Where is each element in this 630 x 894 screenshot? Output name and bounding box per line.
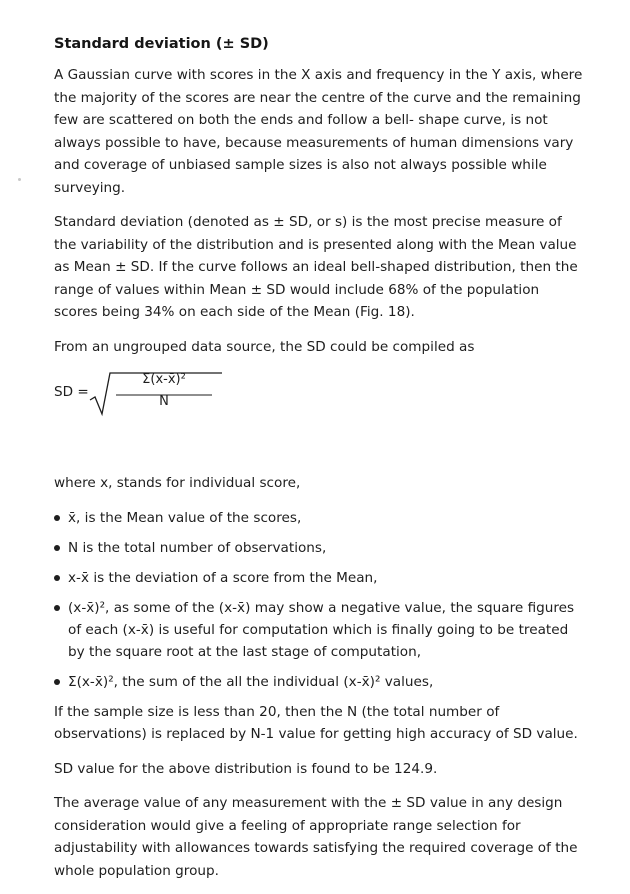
paragraph-design-consideration: The average value of any measurement wit… bbox=[54, 795, 578, 879]
list-item-text: Σ(x-x̄)², the sum of the all the individ… bbox=[68, 673, 434, 690]
section-heading: Standard deviation (± SD) bbox=[54, 36, 269, 52]
formula-denominator: N bbox=[159, 394, 169, 409]
list-item: Σ(x-x̄)², the sum of the all the individ… bbox=[54, 671, 584, 693]
list-item: (x-x̄)², as some of the (x-x̄) may show … bbox=[54, 597, 584, 663]
paragraph-where-x: where x, stands for individual score, bbox=[54, 475, 301, 491]
list-item: N is the total number of observations, bbox=[54, 537, 584, 559]
bullet-icon bbox=[54, 574, 60, 581]
paragraph-gaussian-curve: A Gaussian curve with scores in the X ax… bbox=[54, 67, 583, 196]
list-item: x̄, is the Mean value of the scores, bbox=[54, 507, 584, 529]
bullet-icon bbox=[54, 514, 60, 521]
list-item-text: x̄, is the Mean value of the scores, bbox=[68, 509, 302, 526]
formula-lhs: SD = bbox=[54, 384, 89, 400]
formula-spacer bbox=[54, 430, 584, 472]
sd-formula: SD = Σ(x-x̄)² N bbox=[54, 370, 584, 430]
paragraph-sd-value: SD value for the above distribution is f… bbox=[54, 760, 438, 777]
bullet-icon bbox=[54, 544, 60, 551]
paragraph-sd-definition: Standard deviation (denoted as ± SD, or … bbox=[54, 214, 578, 320]
document-body: Standard deviation (± SD) A Gaussian cur… bbox=[54, 34, 584, 894]
definition-list: x̄, is the Mean value of the scores, N i… bbox=[54, 507, 584, 693]
document-page: Standard deviation (± SD) A Gaussian cur… bbox=[0, 0, 630, 879]
paragraph-sample-size: If the sample size is less than 20, then… bbox=[54, 703, 578, 743]
bullet-icon bbox=[54, 678, 60, 685]
bullet-icon bbox=[54, 604, 60, 611]
paragraph-sd-compile-intro: From an ungrouped data source, the SD co… bbox=[54, 338, 475, 355]
list-item-text: N is the total number of observations, bbox=[68, 539, 327, 556]
list-item-text: x-x̄ is the deviation of a score from th… bbox=[68, 569, 378, 586]
formula-numerator: Σ(x-x̄)² bbox=[142, 372, 186, 387]
list-item-text: (x-x̄)², as some of the (x-x̄) may show … bbox=[68, 599, 575, 660]
scan-speck bbox=[18, 178, 21, 181]
list-item: x-x̄ is the deviation of a score from th… bbox=[54, 567, 584, 589]
